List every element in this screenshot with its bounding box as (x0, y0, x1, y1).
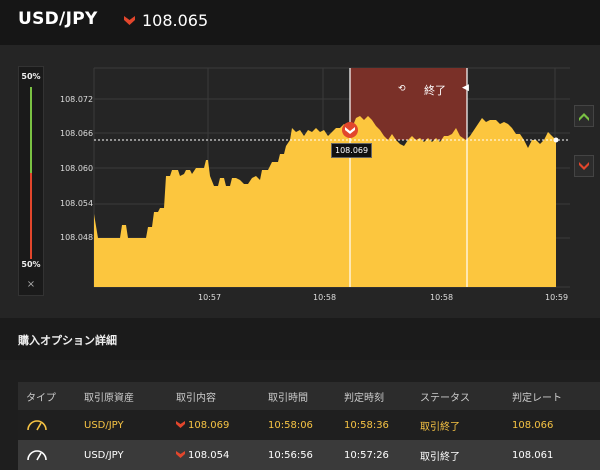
options-table: タイプ 取引原資産 取引内容 取引時間 判定時刻 ステータス 判定レート USD… (18, 382, 600, 470)
table-row[interactable]: USD/JPY 108.054 10:56:56 10:57:26 取引終了 1… (18, 440, 600, 470)
gauge-icon (27, 419, 47, 430)
row-rate: 108.066 (512, 419, 554, 431)
gauge-high-bar (30, 87, 32, 173)
y-tick-label: 108.066 (60, 129, 94, 138)
y-tick-label: 108.054 (60, 199, 94, 208)
expiry-arrow-icon: ◀ (462, 83, 469, 93)
gauge-icon (27, 449, 47, 460)
row-content: 108.069 (188, 419, 230, 431)
x-tick-label: 10:58 (313, 293, 337, 302)
table-header: タイプ 取引原資産 取引内容 取引時間 判定時刻 ステータス 判定レート (18, 382, 600, 410)
row-rate: 108.061 (512, 449, 554, 461)
history-icon: ⟲ (398, 84, 406, 94)
row-status: 取引終了 (420, 421, 460, 433)
header-type: タイプ (26, 392, 56, 404)
x-tick-label: 10:57 (198, 293, 222, 302)
header-judge-time: 判定時刻 (344, 392, 384, 404)
y-tick-label: 108.060 (60, 164, 94, 173)
x-tick-label: 10:58 (430, 293, 454, 302)
low-button[interactable] (574, 155, 594, 177)
current-rate-dot (553, 137, 559, 143)
low-arrow-icon (176, 421, 185, 428)
entry-marker (342, 122, 358, 138)
section-title: 購入オプション詳細 (18, 334, 117, 347)
row-asset: USD/JPY (84, 419, 124, 431)
row-trade-time: 10:56:56 (268, 449, 313, 461)
gauge-close-button[interactable]: × (19, 279, 43, 290)
low-arrow-icon (176, 451, 185, 458)
high-arrow-icon (579, 113, 589, 121)
price-chart (93, 67, 570, 288)
x-tick-label: 10:59 (545, 293, 569, 302)
gauge-low-bar (30, 173, 32, 259)
price-area (94, 116, 556, 287)
row-judge-time: 10:58:36 (344, 419, 389, 431)
row-status: 取引終了 (420, 451, 460, 463)
high-button[interactable] (574, 105, 594, 127)
entry-rate-label: 108.069 (331, 143, 373, 158)
low-arrow-icon (579, 162, 589, 170)
row-trade-time: 10:58:06 (268, 419, 313, 431)
expiry-status-label: 終了 (424, 84, 446, 97)
header-rate: 判定レート (512, 392, 562, 404)
y-tick-label: 108.072 (60, 95, 94, 104)
row-asset: USD/JPY (84, 449, 124, 461)
row-judge-time: 10:57:26 (344, 449, 389, 461)
header-trade-time: 取引時間 (268, 392, 308, 404)
gauge-low-percent: 50% (21, 260, 41, 269)
header-content: 取引内容 (176, 392, 216, 404)
header-asset: 取引原資産 (84, 392, 134, 404)
table-row[interactable]: USD/JPY 108.069 10:58:06 10:58:36 取引終了 1… (18, 410, 600, 440)
gauge-high-percent: 50% (21, 72, 41, 81)
y-tick-label: 108.048 (60, 233, 94, 242)
row-content: 108.054 (188, 449, 230, 461)
trend-gauge: 50% 50% × (18, 66, 44, 296)
header-status: ステータス (420, 392, 470, 404)
